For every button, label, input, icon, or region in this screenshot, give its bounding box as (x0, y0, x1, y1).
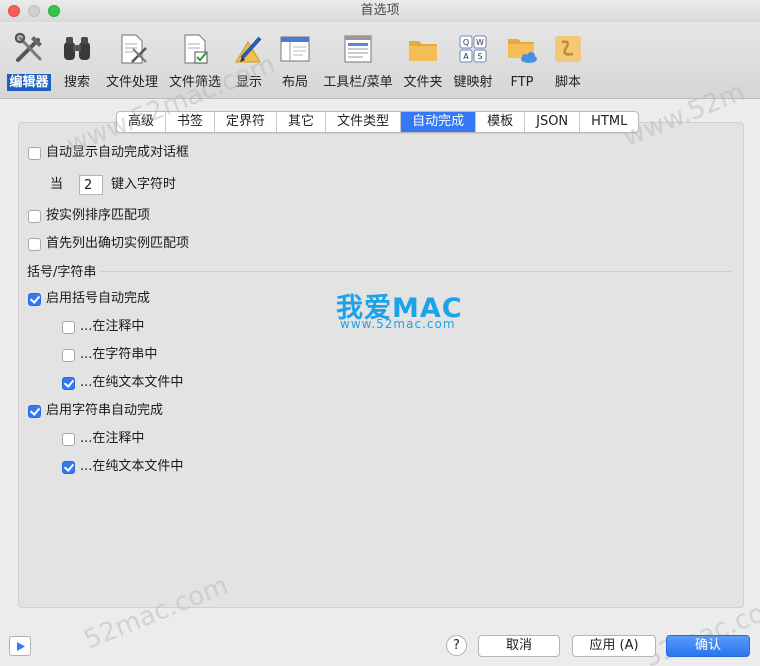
toolbar-item-file-handling[interactable]: 文件处理 (102, 28, 162, 94)
enable-string-autocomplete-checkbox[interactable] (28, 404, 41, 418)
bracket-in-comment-label: ...在注释中 (80, 319, 145, 334)
exact-match-first-option[interactable]: 首先列出确切实例匹配项 (28, 235, 189, 253)
toolbar-item-file-filter[interactable]: 文件筛选 (166, 28, 224, 94)
toolbar-label: 编辑器 (7, 74, 51, 91)
string-in-comment-checkbox[interactable] (62, 432, 75, 446)
auto-show-dialog-label: 自动显示自动完成对话框 (46, 145, 190, 160)
binoculars-icon (64, 37, 90, 60)
string-in-comment-option[interactable]: ...在注释中 (62, 430, 144, 448)
tab-delimiters[interactable]: 定界符 (215, 112, 278, 132)
brackets-section-title: 括号/字符串 (27, 265, 97, 280)
toolbar-menu-icon (344, 35, 372, 63)
auto-show-dialog-option[interactable]: 自动显示自动完成对话框 (28, 144, 189, 162)
toolbar-item-layout[interactable]: 布局 (276, 28, 314, 94)
window-title: 首选项 (360, 3, 400, 18)
pen-display-icon (235, 36, 262, 63)
bracket-in-plaintext-option[interactable]: ...在纯文本文件中 (62, 374, 183, 392)
toolbar-item-folders[interactable]: 文件夹 (400, 28, 446, 94)
enable-string-autocomplete-option[interactable]: 启用字符串自动完成 (28, 402, 163, 420)
toolbar-item-search[interactable]: 搜索 (58, 28, 96, 94)
tools-icon (14, 32, 42, 62)
toolbar-label: 脚本 (554, 75, 581, 90)
sort-by-instance-option[interactable]: 按实例排序匹配项 (28, 207, 150, 225)
tab-json[interactable]: JSON (525, 112, 581, 132)
toolbar-label: 文件夹 (403, 75, 443, 90)
tab-other[interactable]: 其它 (277, 112, 327, 132)
toolbar-label: 搜索 (63, 75, 90, 90)
tab-html[interactable]: HTML (580, 112, 638, 132)
title-bar[interactable]: 首选项 (0, 0, 760, 22)
string-in-comment-label: ...在注释中 (80, 431, 145, 446)
typed-chars-label: 键入字符时 (111, 177, 177, 192)
bracket-in-plaintext-checkbox[interactable] (62, 376, 75, 390)
bracket-in-comment-checkbox[interactable] (62, 320, 75, 334)
toolbar-label: 文件处理 (105, 75, 158, 90)
sort-by-instance-label: 按实例排序匹配项 (46, 208, 151, 223)
svg-text:A: A (463, 52, 469, 61)
when-label: 当 (50, 177, 64, 192)
ftp-folder-icon (508, 39, 537, 63)
toolbar-label: 显示 (235, 75, 262, 90)
tab-bookmarks[interactable]: 书签 (166, 112, 216, 132)
keymap-icon: Q W A S (459, 35, 487, 63)
toolbar-item-scripts[interactable]: 脚本 (548, 28, 588, 94)
toolbar-label: 键映射 (453, 75, 493, 90)
toolbar-item-toolbar-menu[interactable]: 工具栏/菜单 (320, 28, 396, 94)
char-count-input[interactable]: 2 (79, 175, 104, 195)
document-tools-icon (121, 34, 147, 64)
preferences-toolbar: 编辑器 搜索 文件处理 文件筛选 显示 布局 工具栏/菜单 文件夹 Q W A … (0, 22, 760, 99)
layout-window-icon (280, 36, 310, 62)
tab-templates[interactable]: 模板 (476, 112, 526, 132)
sort-by-instance-checkbox[interactable] (28, 209, 41, 223)
section-divider (100, 271, 732, 272)
tab-advanced[interactable]: 高级 (117, 112, 167, 132)
document-filter-icon (184, 34, 208, 64)
bracket-in-string-label: ...在字符串中 (80, 347, 158, 362)
svg-text:S: S (477, 52, 482, 61)
cancel-button[interactable]: 取消 (478, 635, 560, 657)
zoom-window-button[interactable] (48, 5, 60, 17)
svg-text:W: W (476, 38, 484, 47)
toolbar-item-display[interactable]: 显示 (230, 28, 268, 94)
settings-tab-bar: 高级 书签 定界符 其它 文件类型 自动完成 模板 JSON HTML (116, 111, 640, 133)
auto-show-dialog-checkbox[interactable] (28, 146, 41, 160)
svg-text:Q: Q (463, 38, 469, 47)
toolbar-label: 工具栏/菜单 (323, 75, 393, 90)
enable-bracket-autocomplete-checkbox[interactable] (28, 292, 41, 306)
ok-button[interactable]: 确认 (666, 635, 750, 657)
tab-autocomplete[interactable]: 自动完成 (401, 112, 477, 132)
minimize-window-button[interactable] (28, 5, 40, 17)
run-script-button[interactable] (9, 636, 31, 656)
watermark-url: www.52mac.com (340, 317, 456, 331)
bracket-in-string-checkbox[interactable] (62, 348, 75, 362)
toolbar-item-keymap[interactable]: Q W A S 键映射 (450, 28, 496, 94)
string-in-plaintext-label: ...在纯文本文件中 (80, 459, 184, 474)
apply-button[interactable]: 应用 (A) (572, 635, 656, 657)
string-in-plaintext-option[interactable]: ...在纯文本文件中 (62, 458, 183, 476)
close-window-button[interactable] (8, 5, 20, 17)
preferences-window: 首选项 编辑器 搜索 文件处理 文件筛选 显示 布局 工具栏/菜单 文件夹 Q … (0, 0, 760, 666)
trigger-char-count-row: 当 2 键入字符时 (50, 174, 176, 196)
exact-match-first-label: 首先列出确切实例匹配项 (46, 236, 190, 251)
toolbar-label: 布局 (281, 75, 308, 90)
enable-string-autocomplete-label: 启用字符串自动完成 (46, 403, 164, 418)
script-scroll-icon (555, 36, 581, 62)
enable-bracket-autocomplete-label: 启用括号自动完成 (46, 291, 151, 306)
help-button[interactable]: ? (446, 635, 467, 656)
bracket-in-plaintext-label: ...在纯文本文件中 (80, 375, 184, 390)
folder-icon (409, 41, 437, 61)
play-icon (17, 642, 25, 651)
toolbar-item-editor[interactable]: 编辑器 (6, 28, 52, 94)
toolbar-label: 文件筛选 (168, 75, 221, 90)
toolbar-label: FTP (510, 75, 534, 90)
bracket-in-comment-option[interactable]: ...在注释中 (62, 318, 144, 336)
string-in-plaintext-checkbox[interactable] (62, 460, 75, 474)
toolbar-item-ftp[interactable]: FTP (502, 28, 542, 94)
enable-bracket-autocomplete-option[interactable]: 启用括号自动完成 (28, 290, 150, 308)
bracket-in-string-option[interactable]: ...在字符串中 (62, 346, 157, 364)
tab-file-types[interactable]: 文件类型 (326, 112, 402, 132)
exact-match-first-checkbox[interactable] (28, 237, 41, 251)
